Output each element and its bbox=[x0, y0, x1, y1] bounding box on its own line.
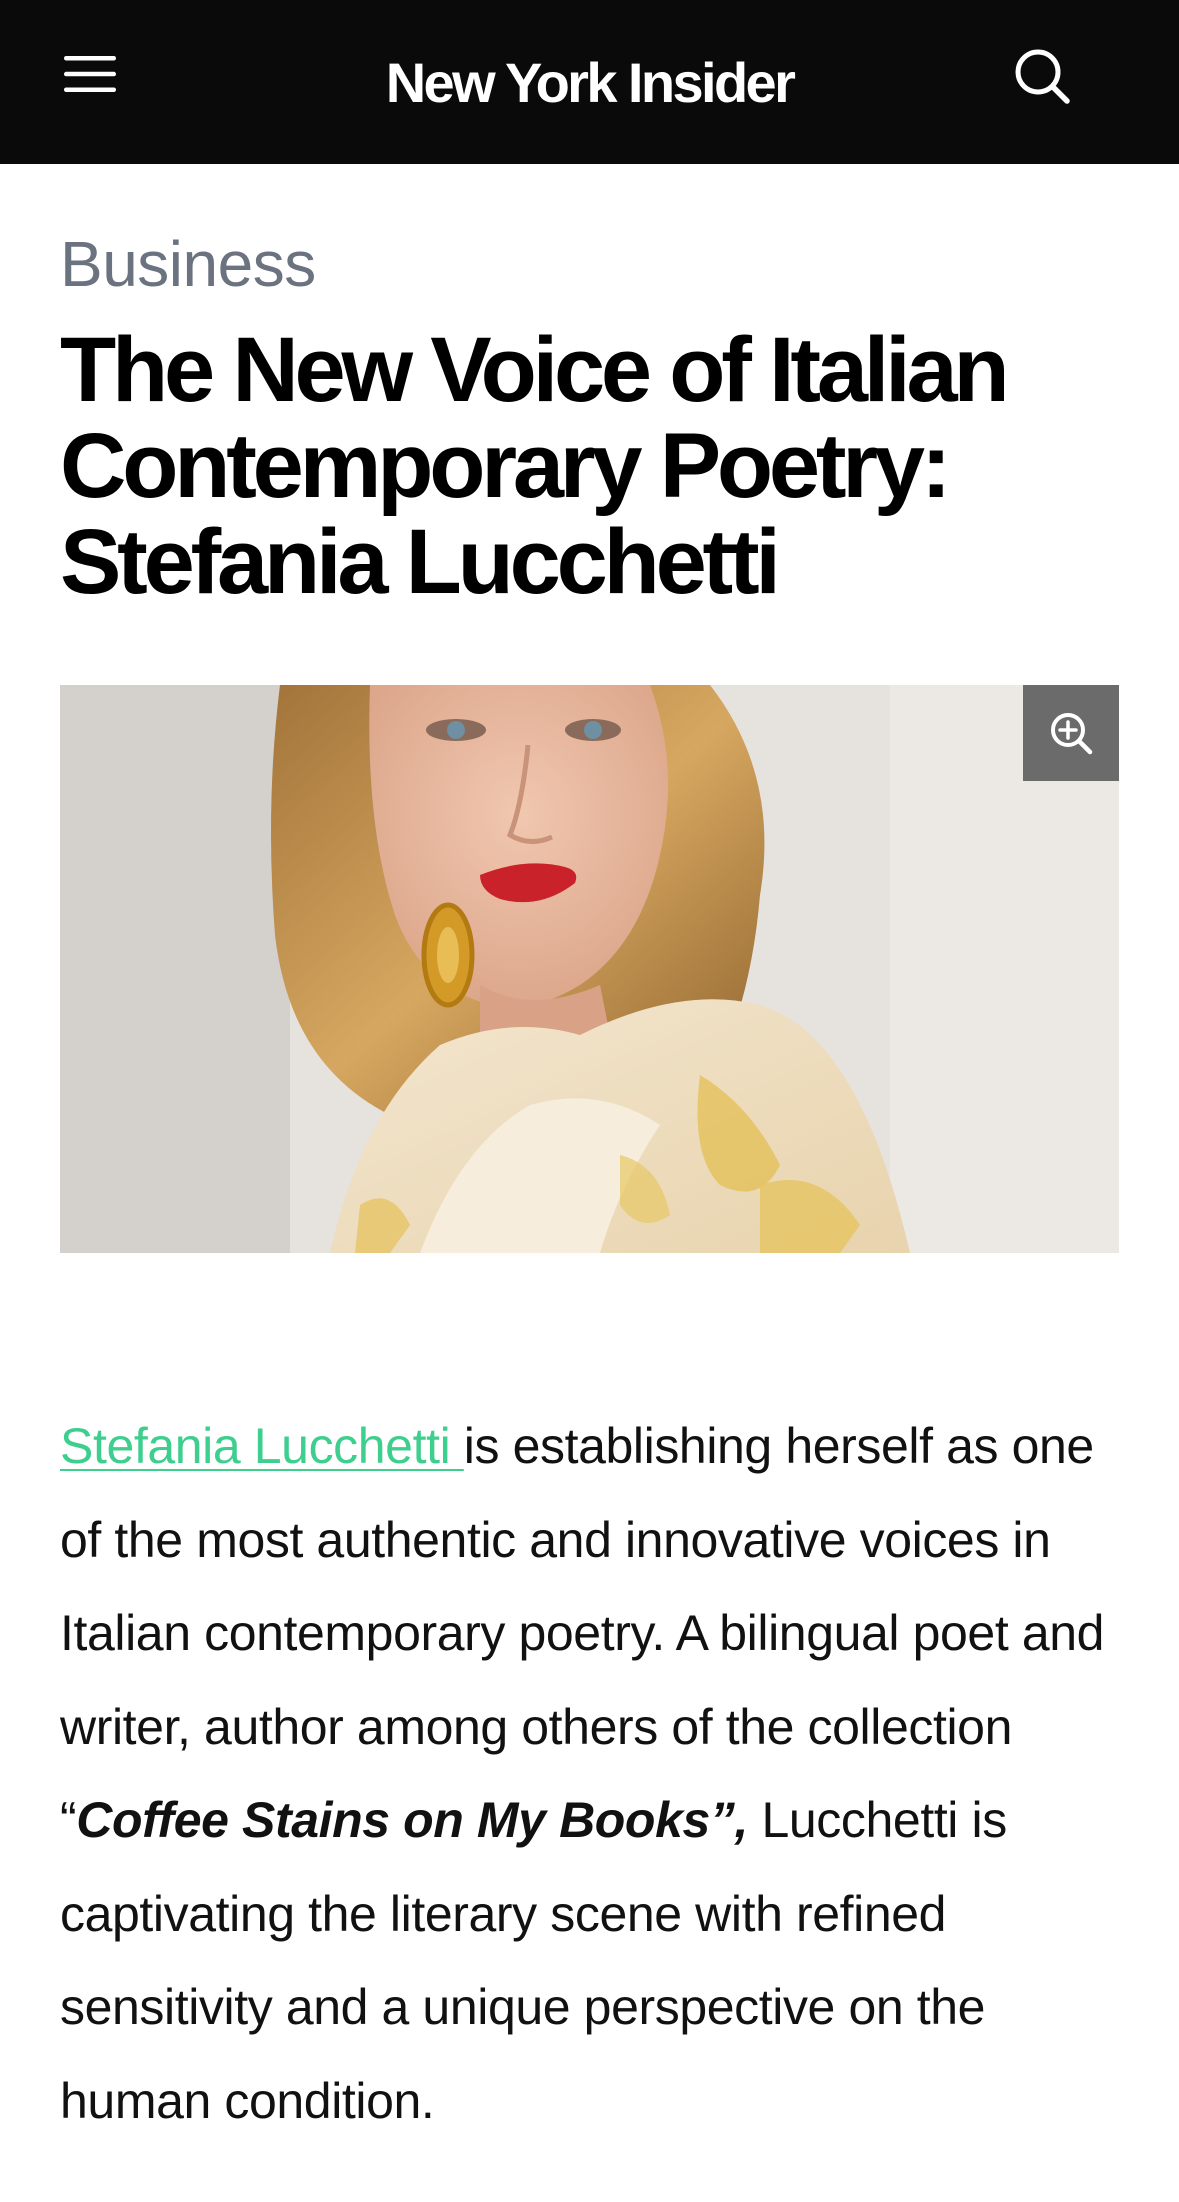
hamburger-menu-icon bbox=[64, 56, 116, 92]
site-header: New York Insider bbox=[0, 0, 1179, 164]
article-hero-image[interactable] bbox=[60, 685, 1119, 1253]
paragraph-text-1: is establishing herself as one of the mo… bbox=[60, 1418, 1105, 1848]
portrait-photo bbox=[60, 685, 1119, 1253]
article-paragraph: Stefania Lucchetti is establishing herse… bbox=[60, 1400, 1119, 2148]
author-link[interactable]: Stefania Lucchetti bbox=[60, 1418, 464, 1474]
image-zoom-button[interactable] bbox=[1023, 685, 1119, 781]
site-title[interactable]: New York Insider bbox=[386, 50, 796, 115]
zoom-in-icon bbox=[1051, 713, 1093, 755]
search-button[interactable] bbox=[1006, 40, 1078, 112]
article-title: The New Voice of Italian Contemporary Po… bbox=[60, 319, 1010, 613]
category-link[interactable]: Business bbox=[60, 232, 1119, 296]
search-icon bbox=[1015, 49, 1070, 104]
article-content: Business The New Voice of Italian Contem… bbox=[60, 164, 1119, 610]
menu-button[interactable] bbox=[56, 44, 124, 104]
book-title: Coffee Stains on My Books”, bbox=[76, 1792, 748, 1848]
